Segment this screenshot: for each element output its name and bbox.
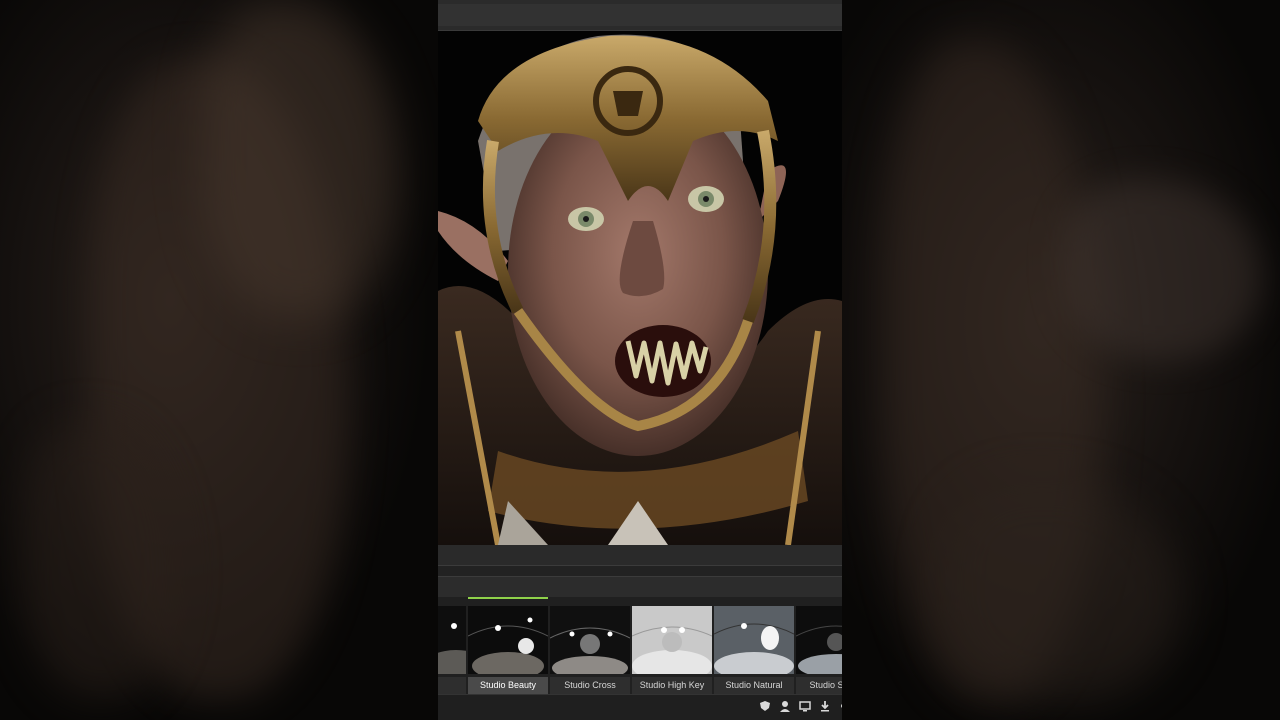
preset-preview — [468, 606, 548, 674]
preset-preview — [714, 606, 794, 674]
user-icon[interactable] — [778, 700, 792, 714]
hdri-preset-studio-cross[interactable]: Studio Cross — [550, 597, 630, 694]
preset-label: Studio Beauty — [468, 677, 548, 694]
hdri-preset-studio-natural[interactable]: Studio Natural — [714, 597, 794, 694]
preset-preview — [438, 606, 466, 674]
preset-label: Studio Natural — [714, 677, 794, 694]
hdri-preset-studio-high-key[interactable]: Studio High Key — [632, 597, 712, 694]
bottom-toolbar — [438, 694, 842, 720]
blurred-background-left — [0, 0, 438, 720]
top-toolbar-strip — [438, 4, 842, 26]
hdri-preset-thumb[interactable] — [438, 597, 466, 694]
monitor-icon[interactable] — [798, 700, 812, 714]
preset-header-bar — [438, 576, 842, 597]
preset-preview — [550, 606, 630, 674]
viewport-status-bar — [438, 545, 842, 565]
blurred-background-right — [842, 0, 1280, 720]
preset-preview — [632, 606, 712, 674]
preset-label — [438, 677, 466, 694]
hdri-preset-studio-single[interactable]: Studio Single — [796, 597, 842, 694]
panel-divider — [438, 565, 842, 576]
top-toolbar — [438, 0, 842, 31]
3d-viewport[interactable] — [438, 31, 842, 545]
preset-label: Studio Single — [796, 677, 842, 694]
shield-icon[interactable] — [758, 700, 772, 714]
hdri-preset-studio-beauty[interactable]: Studio Beauty — [468, 597, 548, 694]
preset-label: Studio Cross — [550, 677, 630, 694]
viewer-panel: Studio Beauty Studio Cross Studio High K… — [438, 0, 842, 720]
preset-label: Studio High Key — [632, 677, 712, 694]
download-icon[interactable] — [818, 700, 832, 714]
selection-indicator — [468, 597, 548, 599]
hdri-preset-strip: Studio Beauty Studio Cross Studio High K… — [438, 597, 842, 694]
more-icon[interactable] — [836, 700, 842, 714]
preset-preview — [796, 606, 842, 674]
orc-render-image — [438, 31, 842, 545]
